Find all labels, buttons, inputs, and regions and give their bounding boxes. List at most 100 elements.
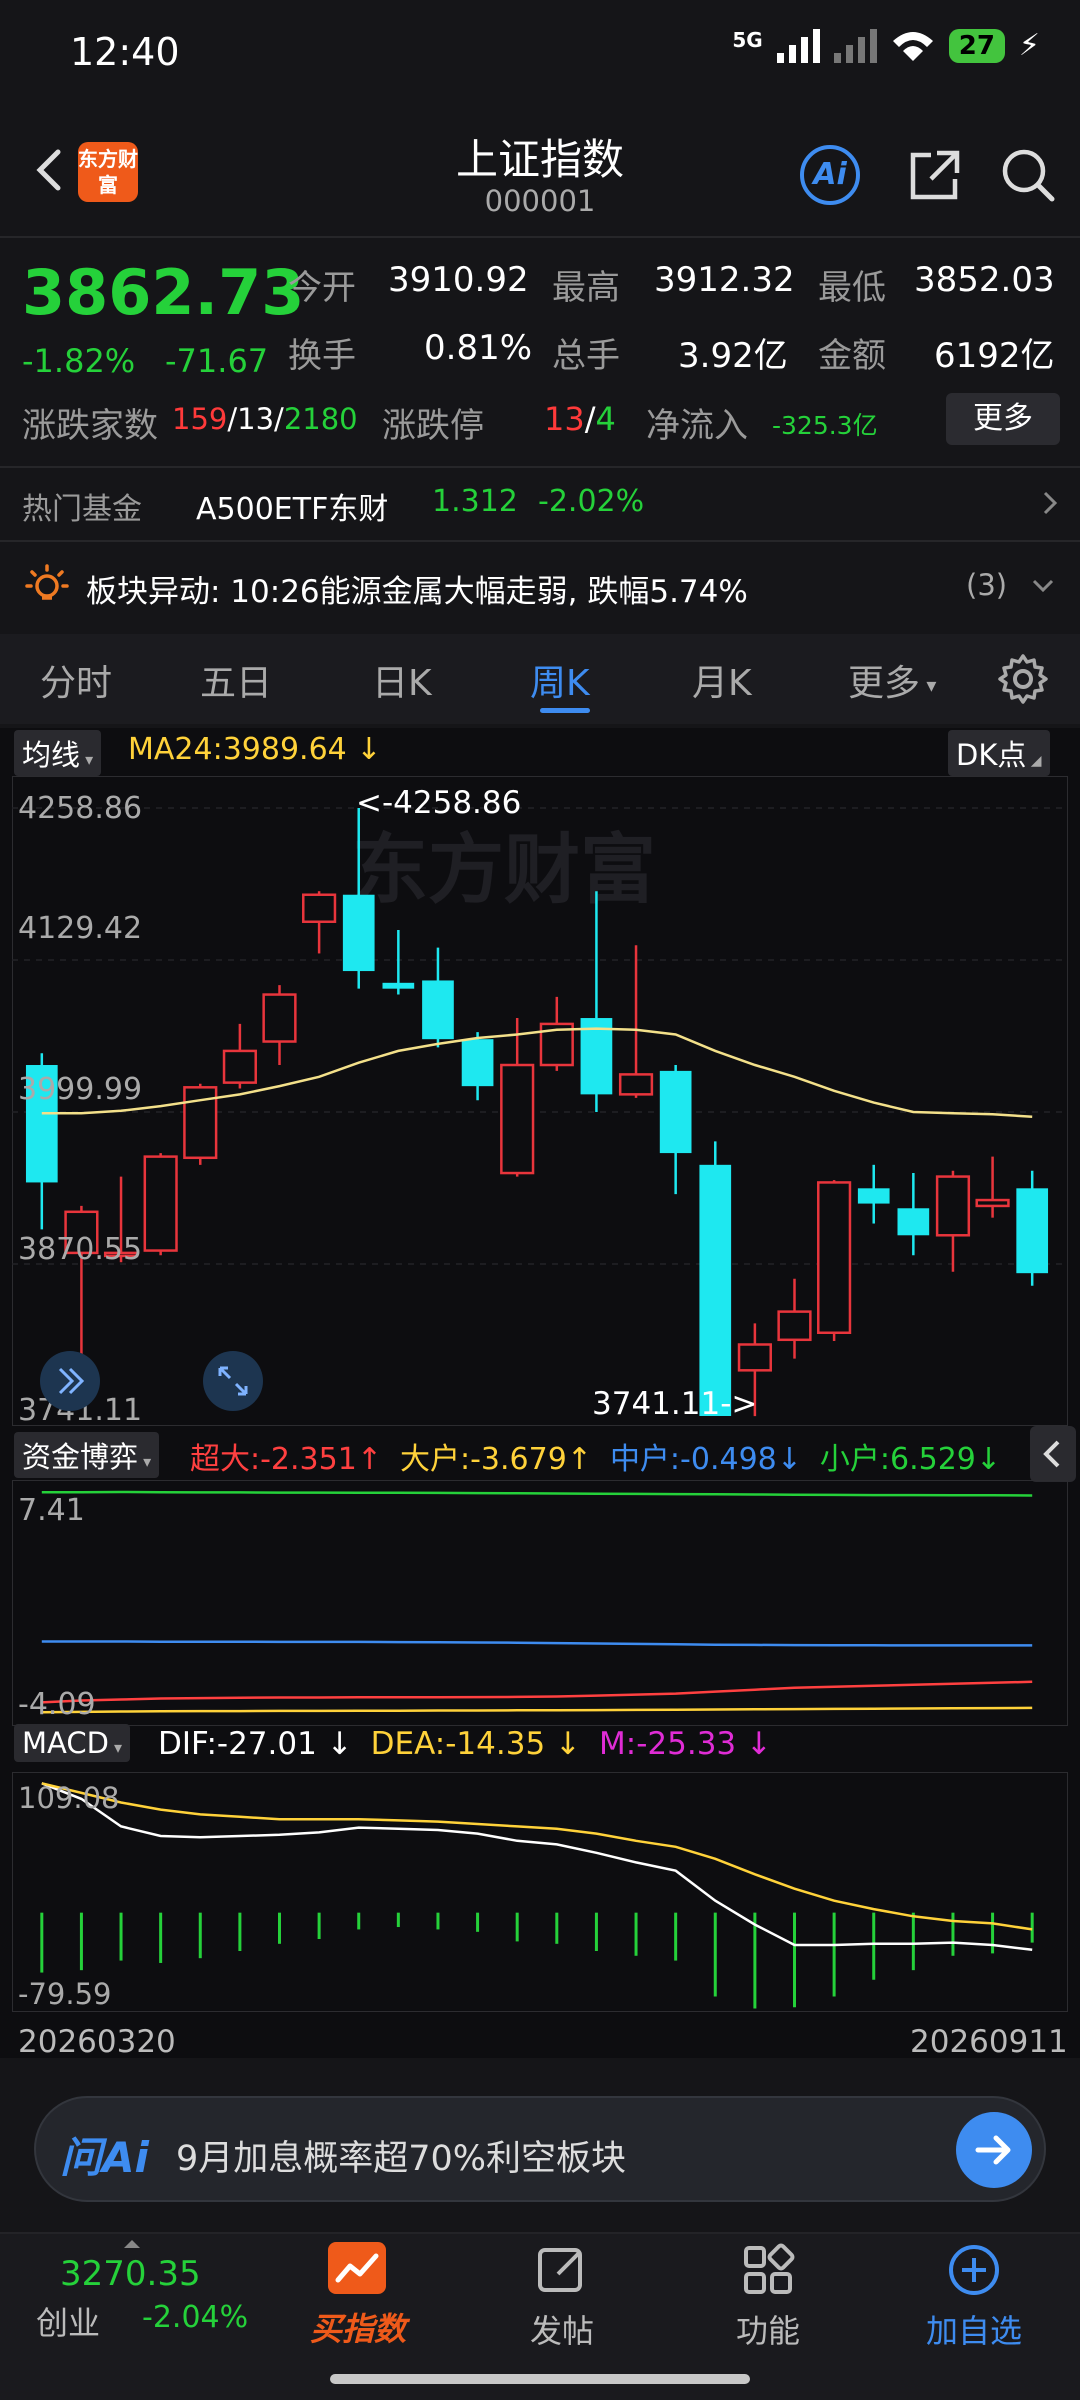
- candle-body: [461, 1039, 494, 1087]
- open-value: 3910.92: [388, 260, 529, 300]
- app-logo: 东方财富: [78, 142, 138, 202]
- add-circle-icon: [949, 2245, 999, 2295]
- candle: [302, 891, 337, 954]
- capital-flow-chart[interactable]: 7.41 -4.09: [12, 1480, 1068, 1726]
- dea-line: [41, 1782, 1033, 1931]
- ma-indicator-selector[interactable]: 均线 ▾: [14, 730, 102, 776]
- breadth-value: 159/13/2180: [172, 402, 358, 436]
- nav-buy-index-label: 买指数: [309, 2310, 406, 2348]
- hot-fund-price: 1.312: [432, 484, 518, 519]
- candle-body: [737, 1343, 772, 1372]
- ask-ai-prompt: 9月加息概率超70%利空板块: [176, 2139, 627, 2179]
- candle: [580, 891, 613, 1112]
- period-tabs: 分时 五日 日K 周K 月K 更多 ▾: [0, 634, 1080, 724]
- candle-body: [1016, 1188, 1049, 1274]
- share-icon[interactable]: [905, 145, 965, 205]
- low-label: 最低: [818, 268, 886, 308]
- chevron-left-icon: [1043, 1440, 1060, 1468]
- candle-body: [500, 1063, 535, 1175]
- small-investor-line: [41, 1490, 1033, 1497]
- candle: [1016, 1170, 1049, 1286]
- super-large-label: 超大:-2.351↑: [190, 1442, 382, 1477]
- macd-chart[interactable]: 109.08 -79.59: [12, 1772, 1068, 2012]
- inflow-value: -325.3亿: [772, 411, 878, 440]
- open-label: 今开: [288, 268, 356, 308]
- tab-daily-k[interactable]: 日K: [372, 654, 432, 706]
- dk-point-button[interactable]: DK点 ◢: [948, 730, 1050, 776]
- candle: [935, 1170, 971, 1272]
- back-icon[interactable]: [20, 140, 80, 200]
- candle-body: [857, 1188, 890, 1204]
- hot-fund-change: -2.02%: [538, 484, 645, 519]
- chevron-down-icon: [1032, 579, 1054, 593]
- expand-left-icon[interactable]: [40, 1351, 100, 1411]
- turnover-label: 换手: [288, 336, 356, 376]
- candle-body: [975, 1198, 1010, 1208]
- y-tick-label: 4258.86: [18, 791, 142, 826]
- candle: [539, 996, 574, 1071]
- start-date: 20260320: [18, 2024, 176, 2060]
- caret-down-icon: ▾: [108, 1738, 123, 1757]
- sector-alert[interactable]: 板块异动: 10:26能源金属大幅走弱, 跌幅5.74% (3): [0, 556, 1080, 616]
- alert-count: (3): [966, 568, 1008, 602]
- flow-indicator-selector[interactable]: 资金博弈 ▾: [14, 1432, 160, 1478]
- candle: [143, 1153, 178, 1256]
- collapse-button[interactable]: [1030, 1426, 1076, 1482]
- gear-icon[interactable]: [996, 652, 1050, 706]
- y-tick-label: -79.59: [18, 1977, 112, 2011]
- caret-up-icon: [124, 2240, 140, 2248]
- large-investor-line: [41, 1706, 1033, 1714]
- candle-body: [618, 1073, 654, 1096]
- hot-fund-row[interactable]: 热门基金 A500ETF东财 1.312 -2.02%: [0, 480, 1080, 528]
- home-indicator[interactable]: [330, 2374, 750, 2384]
- tab-weekly-k[interactable]: 周K: [530, 654, 590, 706]
- tab-more[interactable]: 更多 ▾: [848, 654, 936, 706]
- candle: [975, 1156, 1010, 1218]
- tab-monthly-k[interactable]: 月K: [692, 654, 752, 706]
- candle: [262, 985, 297, 1066]
- more-button[interactable]: 更多: [946, 393, 1060, 445]
- y-tick-label: 109.08: [18, 1781, 119, 1815]
- medium-label: 中户:-0.498↓: [609, 1442, 802, 1477]
- candle: [461, 1032, 494, 1101]
- arrow-right-icon: [975, 2135, 1011, 2165]
- tab-five-day[interactable]: 五日: [200, 654, 272, 706]
- kline-chart[interactable]: 东方财富 4258.86 4129.42 3999.99 3870.55 374…: [12, 776, 1068, 1426]
- network-type: 5G: [732, 28, 763, 52]
- edit-icon: [538, 2248, 582, 2292]
- candle: [500, 1018, 535, 1177]
- tab-intraday[interactable]: 分时: [40, 654, 112, 706]
- turnover-value: 0.81%: [424, 328, 533, 368]
- candle-body: [699, 1164, 732, 1416]
- header: 上证指数 000001 东方财富 Ai: [0, 120, 1080, 230]
- volume-label: 总手: [552, 336, 620, 376]
- caret-icon: ◢: [1026, 753, 1042, 769]
- plot-border: [12, 1772, 1068, 2012]
- chinext-price: 3270.35: [60, 2254, 201, 2294]
- m-label: M:-25.33 ↓: [599, 1726, 772, 1762]
- candle: [222, 1023, 257, 1089]
- candle: [857, 1164, 890, 1224]
- search-icon[interactable]: [998, 145, 1058, 205]
- ask-ai-bar[interactable]: 问Ai 9月加息概率超70%利空板块: [34, 2096, 1046, 2202]
- amount-label: 金额: [818, 336, 886, 376]
- candle-body: [222, 1049, 257, 1084]
- fullscreen-icon[interactable]: [203, 1351, 263, 1411]
- status-icons: 5G 27 ⚡: [732, 28, 1040, 63]
- active-tab-indicator: [540, 708, 590, 713]
- max-annotation: <-4258.86: [356, 785, 521, 821]
- y-tick-label: 3999.99: [18, 1072, 142, 1107]
- candle: [64, 1205, 99, 1359]
- battery-icon: 27: [948, 28, 1005, 63]
- ask-submit-button[interactable]: [956, 2112, 1032, 2188]
- medium-investor-line: [41, 1640, 1033, 1647]
- watermark: 东方财富: [352, 825, 656, 914]
- high-label: 最高: [552, 268, 620, 308]
- inflow-label: 净流入: [646, 406, 748, 446]
- caret-down-icon: ▾: [920, 673, 937, 697]
- ai-icon[interactable]: Ai: [800, 145, 860, 205]
- amount-value: 6192亿: [934, 336, 1055, 376]
- candle-body: [935, 1175, 971, 1237]
- small-label: 小户:6.529↓: [819, 1442, 1002, 1477]
- macd-indicator-selector[interactable]: MACD ▾: [14, 1724, 131, 1762]
